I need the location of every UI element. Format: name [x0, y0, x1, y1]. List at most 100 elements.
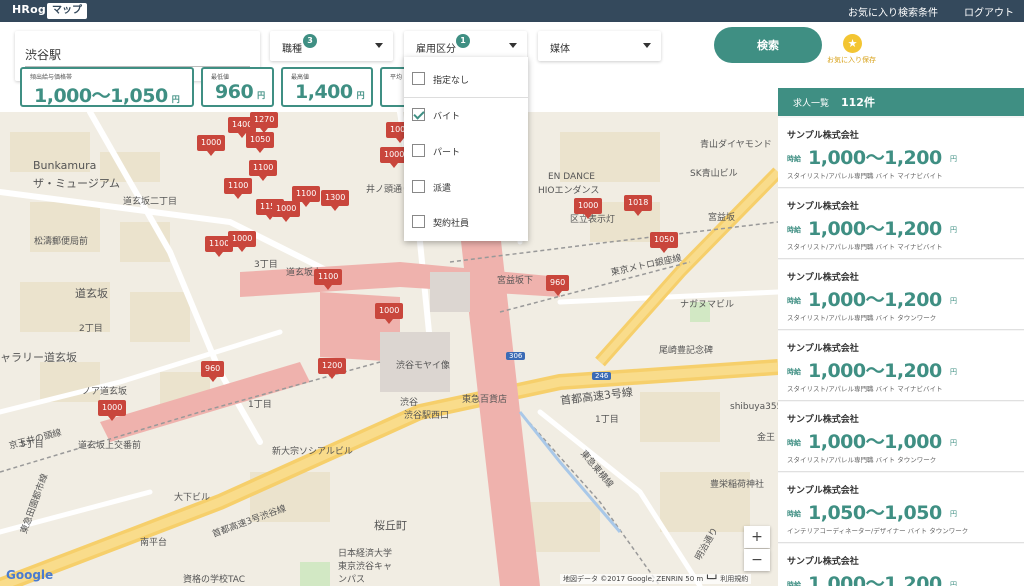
- price-pin[interactable]: 1000: [574, 198, 603, 219]
- map-label: 東急百貨店: [462, 395, 508, 405]
- fav-save-label[interactable]: お気に入り保存: [827, 55, 876, 65]
- price-pin[interactable]: 1018: [624, 195, 653, 216]
- menu-item-label: 指定なし: [433, 76, 470, 86]
- price-pin[interactable]: 1100: [224, 178, 253, 199]
- chevron-down-icon: [509, 43, 517, 48]
- checkbox[interactable]: [412, 144, 425, 157]
- wage-unit: 円: [950, 510, 957, 518]
- map-attribution[interactable]: 地図データ ©2017 Google, ZENRIN 50 m ┗━┛ 利用規約: [560, 574, 752, 584]
- menu-item-label: 派遣: [433, 184, 452, 194]
- price-pin[interactable]: 1100: [314, 269, 343, 290]
- map-label: 道玄坂: [75, 287, 108, 300]
- checkbox[interactable]: [412, 180, 425, 193]
- wage-range: 1,000〜1,000: [808, 431, 942, 453]
- menu-item-contract[interactable]: 契約社員: [404, 206, 528, 238]
- star-icon[interactable]: ★: [843, 34, 862, 53]
- map-label: 尾崎豊記念碑: [659, 346, 714, 356]
- results-panel[interactable]: 求人一覧 112件 サンプル株式会社 時給 1,000〜1,200 円 スタイリ…: [778, 88, 1024, 586]
- price-pin[interactable]: 1050: [246, 132, 275, 153]
- wage-range: 1,000〜1,200: [808, 573, 942, 586]
- map-label: ザ・ミュージアム: [33, 177, 121, 190]
- price-pin[interactable]: 1000: [375, 303, 404, 324]
- results-count: 112件: [841, 96, 875, 109]
- zoom-in-button[interactable]: +: [744, 526, 770, 548]
- price-pin[interactable]: 1100: [292, 186, 321, 207]
- map-label: 桜丘町: [374, 519, 407, 532]
- map-label: 宮益坂: [708, 213, 736, 223]
- wage-type: 時給: [787, 368, 801, 376]
- stat-value: 960 円: [215, 81, 265, 103]
- zoom-out-button[interactable]: −: [744, 549, 770, 571]
- wage-range: 1,000〜1,200: [808, 218, 942, 240]
- fav-conditions-link[interactable]: お気に入り検索条件: [848, 4, 938, 19]
- menu-divider: [404, 97, 528, 98]
- job-card[interactable]: サンプル株式会社 時給 1,000〜1,200 円 スタイリスト/アパレル専門職…: [778, 118, 1024, 188]
- company-name: サンプル株式会社: [787, 486, 859, 496]
- employment-type-menu: 指定なし バイト パート 派遣 契約社員: [404, 57, 528, 241]
- wage-range: 1,000〜1,200: [808, 147, 942, 169]
- wage-type: 時給: [787, 581, 801, 586]
- map-label: ナガヌマビル: [680, 300, 735, 310]
- price-pin[interactable]: 1100: [249, 160, 278, 181]
- price-pin[interactable]: 1270: [250, 112, 279, 133]
- company-name: サンプル株式会社: [787, 557, 859, 567]
- company-name: サンプル株式会社: [787, 131, 859, 141]
- job-tags: スタイリスト/アパレル専門職 バイト マイナビバイト: [787, 172, 943, 180]
- menu-item-part[interactable]: パート: [404, 135, 528, 167]
- logo-text[interactable]: HRog: [12, 3, 46, 16]
- checkbox[interactable]: [412, 72, 425, 85]
- price-pin[interactable]: 960: [546, 275, 570, 296]
- count-badge: 3: [303, 34, 317, 48]
- stat-label: 平均: [390, 74, 403, 81]
- menu-item-haken[interactable]: 派遣: [404, 171, 528, 203]
- google-logo: Google: [6, 568, 54, 582]
- wage-unit: 円: [950, 226, 957, 234]
- job-card[interactable]: サンプル株式会社 時給 1,050〜1,050 円 インテリアコーディネーター/…: [778, 473, 1024, 543]
- logo-badge[interactable]: マップ: [47, 3, 87, 19]
- company-name: サンプル株式会社: [787, 202, 859, 212]
- search-button[interactable]: 検索: [714, 27, 822, 63]
- stat-value: 1,000〜1,050 円: [34, 85, 180, 107]
- dropdown-label: 媒体: [550, 44, 570, 55]
- job-type-dropdown[interactable]: 職種 3: [270, 31, 393, 61]
- job-tags: スタイリスト/アパレル専門職 バイト マイナビバイト: [787, 243, 943, 251]
- wage-unit: 円: [950, 297, 957, 305]
- map-label: ノア道玄坂: [82, 387, 128, 397]
- map-label: 道玄坂二丁目: [123, 197, 178, 207]
- job-card[interactable]: サンプル株式会社 時給 1,000〜1,000 円 スタイリスト/アパレル専門職…: [778, 402, 1024, 472]
- price-pin[interactable]: 1050: [650, 232, 679, 253]
- map-label: 南平台: [140, 538, 168, 548]
- map-label: 宮益坂下: [497, 276, 534, 286]
- map-label: 1丁目: [248, 400, 272, 410]
- price-pin[interactable]: 1300: [321, 190, 350, 211]
- menu-item-unspecified[interactable]: 指定なし: [404, 63, 528, 95]
- map-label: 青山ダイヤモンド: [700, 140, 772, 150]
- stat-frequent-range: 頻出給与価格帯 1,000〜1,050 円: [20, 67, 194, 107]
- checkbox[interactable]: [412, 215, 425, 228]
- price-pin[interactable]: 1000: [98, 400, 127, 421]
- map-label: 2丁目: [79, 324, 103, 334]
- price-pin[interactable]: 1200: [318, 358, 347, 379]
- price-pin[interactable]: 1000: [272, 201, 301, 222]
- logout-link[interactable]: ログアウト: [964, 4, 1014, 19]
- job-card[interactable]: サンプル株式会社 時給 1,000〜1,200 円: [778, 544, 1024, 586]
- checkbox-checked[interactable]: [412, 108, 425, 121]
- wage-unit: 円: [950, 368, 957, 376]
- map-area[interactable]: Bunkamura ザ・ミュージアム 道玄坂 2丁目 1丁目 渋谷モヤイ像 渋谷…: [0, 112, 778, 586]
- stat-min: 最低値 960 円: [201, 67, 274, 107]
- location-input[interactable]: [25, 43, 250, 67]
- route-shield: 246: [592, 372, 612, 380]
- price-pin[interactable]: 960: [201, 361, 225, 382]
- results-title: 求人一覧: [793, 99, 830, 109]
- menu-item-baito[interactable]: バイト: [404, 99, 528, 131]
- map-label: 新大宗ソシアルビル: [272, 447, 353, 457]
- job-card[interactable]: サンプル株式会社 時給 1,000〜1,200 円 スタイリスト/アパレル専門職…: [778, 260, 1024, 330]
- menu-item-label: 契約社員: [433, 219, 470, 229]
- map-label: 渋谷モヤイ像: [396, 361, 450, 371]
- dropdown-label: 職種: [282, 44, 302, 55]
- map-label: 3丁目: [254, 260, 278, 270]
- job-card[interactable]: サンプル株式会社 時給 1,000〜1,200 円 スタイリスト/アパレル専門職…: [778, 189, 1024, 259]
- media-dropdown[interactable]: 媒体: [538, 31, 661, 61]
- job-card[interactable]: サンプル株式会社 時給 1,000〜1,200 円 スタイリスト/アパレル専門職…: [778, 331, 1024, 401]
- price-pin[interactable]: 1000: [228, 231, 257, 252]
